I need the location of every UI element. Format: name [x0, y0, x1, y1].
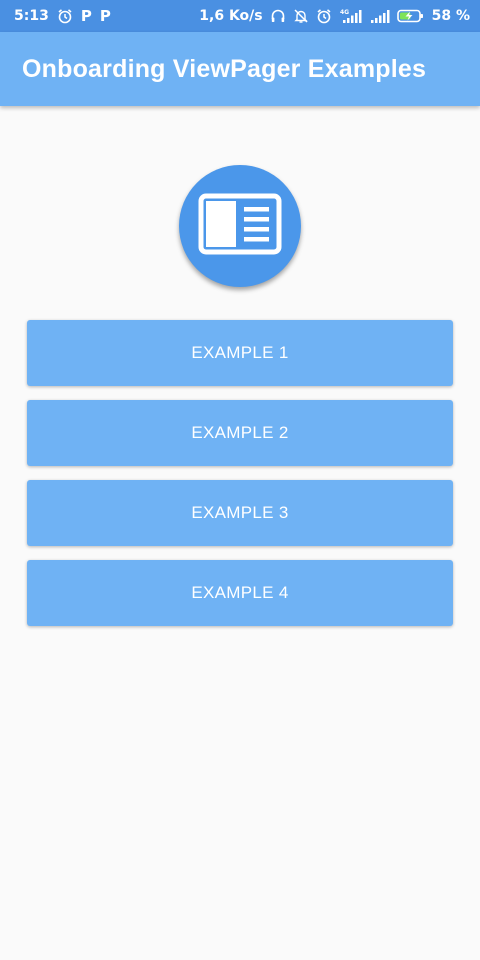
example-3-label: EXAMPLE 3: [191, 503, 289, 522]
example-4-button[interactable]: EXAMPLE 4: [27, 560, 453, 626]
example-2-button[interactable]: EXAMPLE 2: [27, 400, 453, 466]
app-logo: [179, 165, 301, 287]
app-bar: Onboarding ViewPager Examples: [0, 32, 480, 106]
status-time: 5:13: [14, 8, 49, 24]
status-right-group: 1,6 Ko/s 4G 58 %: [199, 8, 470, 24]
signal-4g-icon: 4G: [339, 8, 363, 24]
book-layout-icon: [198, 193, 282, 260]
signal-icon: [370, 8, 390, 24]
alarm-icon: [57, 8, 73, 24]
alarm-icon: [316, 8, 332, 24]
network-type-label: 4G: [340, 9, 349, 16]
mute-bell-icon: [293, 8, 309, 24]
examples-list: EXAMPLE 1 EXAMPLE 2 EXAMPLE 3 EXAMPLE 4: [27, 320, 453, 640]
example-2-label: EXAMPLE 2: [191, 423, 289, 442]
example-4-label: EXAMPLE 4: [191, 583, 289, 602]
parking-p-icon: P: [99, 6, 111, 25]
status-left-group: 5:13 P P: [14, 8, 111, 24]
example-1-button[interactable]: EXAMPLE 1: [27, 320, 453, 386]
app-title: Onboarding ViewPager Examples: [22, 54, 427, 83]
parking-p-icon: P: [80, 6, 92, 25]
battery-charging-icon: [396, 8, 425, 24]
example-3-button[interactable]: EXAMPLE 3: [27, 480, 453, 546]
example-1-label: EXAMPLE 1: [191, 343, 289, 362]
network-speed: 1,6 Ko/s: [199, 8, 263, 24]
headphones-icon: [270, 8, 286, 24]
status-bar: 5:13 P P 1,6 Ko/s 4G 58 %: [0, 0, 480, 32]
battery-percent: 58 %: [431, 8, 470, 24]
